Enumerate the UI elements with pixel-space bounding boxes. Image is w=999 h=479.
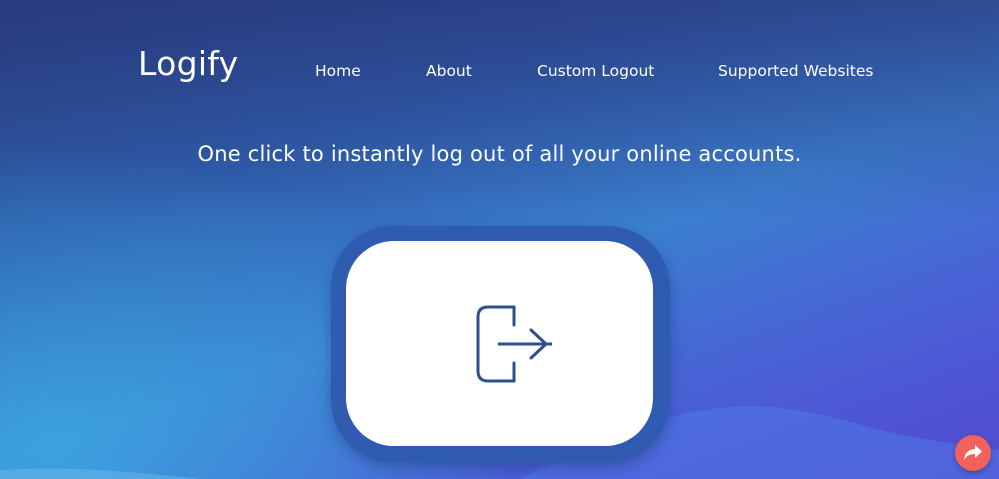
nav-supported-websites-link[interactable]: Supported Websites xyxy=(718,62,873,80)
hero-tagline: One click to instantly log out of all yo… xyxy=(197,142,802,166)
nav-custom-logout-link[interactable]: Custom Logout xyxy=(537,62,654,80)
logout-button-frame xyxy=(331,226,670,462)
logout-arrow-icon xyxy=(498,328,548,360)
nav-about-link[interactable]: About xyxy=(426,62,472,80)
logout-all-button[interactable] xyxy=(346,241,653,446)
background-top-shade xyxy=(0,0,999,220)
share-button[interactable] xyxy=(955,435,991,471)
nav-home-link[interactable]: Home xyxy=(315,62,361,80)
brand-logo[interactable]: Logify xyxy=(138,44,238,83)
share-arrow-icon xyxy=(964,445,982,460)
